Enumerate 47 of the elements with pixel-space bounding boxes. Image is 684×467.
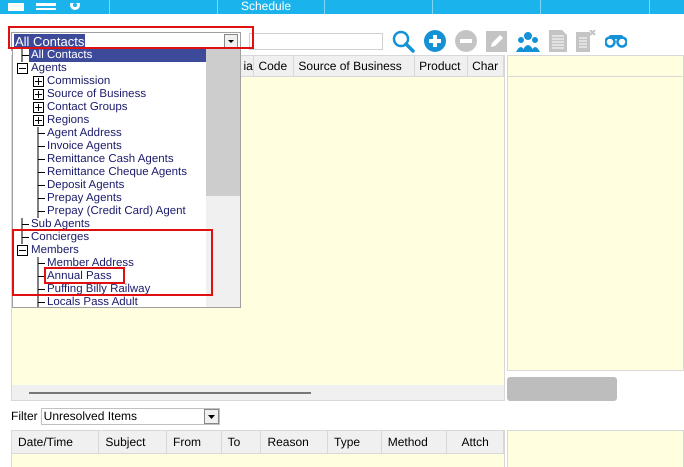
column-header[interactable]: Reason bbox=[261, 431, 328, 453]
expand-icon[interactable] bbox=[33, 102, 44, 113]
tree-item[interactable]: Puffing Billy Railway bbox=[45, 283, 152, 296]
column-header[interactable]: Method bbox=[382, 431, 448, 453]
filter-label: Filter bbox=[11, 408, 38, 425]
search-icon[interactable] bbox=[391, 29, 415, 53]
tree-item[interactable]: Invoice Agents bbox=[45, 140, 124, 153]
column-header[interactable]: Code bbox=[254, 56, 294, 76]
tree-item[interactable]: Contact Groups bbox=[45, 101, 130, 114]
tree-item[interactable]: Regions bbox=[45, 114, 92, 127]
column-header[interactable]: Date/Time bbox=[12, 431, 100, 453]
tree-item[interactable]: Source of Business bbox=[45, 88, 148, 101]
vertical-scrollbar[interactable] bbox=[206, 49, 240, 307]
tree-item[interactable]: Deposit Agents bbox=[45, 179, 126, 192]
filter-dropdown[interactable]: Unresolved Items bbox=[40, 408, 220, 424]
tree-item[interactable]: Agent Address bbox=[45, 127, 124, 140]
tree-item[interactable]: Locals Pass Adult bbox=[45, 296, 140, 307]
expand-icon[interactable] bbox=[33, 76, 44, 87]
tree-item[interactable]: All Contacts bbox=[29, 49, 206, 62]
expand-icon[interactable] bbox=[33, 89, 44, 100]
tree-item[interactable]: Commission bbox=[45, 75, 112, 88]
tree-item[interactable]: Prepay Agents bbox=[45, 192, 124, 205]
horizontal-scrollbar[interactable] bbox=[12, 385, 504, 400]
plus-icon[interactable] bbox=[424, 30, 446, 52]
tree-item[interactable]: Sub Agents bbox=[29, 218, 92, 231]
tree-item[interactable]: Agents bbox=[29, 62, 69, 75]
expand-icon[interactable] bbox=[33, 115, 44, 126]
column-header[interactable]: Product bbox=[415, 56, 468, 76]
column-header[interactable]: From bbox=[167, 431, 222, 453]
tree-item[interactable]: Member Address bbox=[45, 257, 136, 270]
people-icon[interactable] bbox=[516, 30, 540, 52]
tree-item[interactable]: Remittance Cheque Agents bbox=[45, 166, 190, 179]
column-header[interactable]: Char bbox=[468, 56, 504, 76]
tree-item[interactable]: Annual Pass bbox=[45, 270, 114, 283]
column-header[interactable]: Subject bbox=[99, 431, 167, 453]
tree-item[interactable]: Prepay (Credit Card) Agent bbox=[45, 205, 188, 218]
tree-item[interactable]: Remittance Cash Agents bbox=[45, 153, 176, 166]
collapse-icon[interactable] bbox=[17, 245, 28, 256]
search-field[interactable] bbox=[249, 32, 383, 50]
tree-item[interactable]: Members bbox=[29, 244, 81, 257]
column-header[interactable]: Type bbox=[328, 431, 382, 453]
column-header[interactable]: To bbox=[222, 431, 262, 453]
column-header[interactable]: Attch bbox=[447, 431, 504, 453]
tree-item[interactable]: Concierges bbox=[29, 231, 92, 244]
collapse-icon[interactable] bbox=[17, 63, 28, 74]
column-header[interactable]: Source of Business bbox=[294, 56, 416, 76]
binoculars-icon[interactable] bbox=[605, 34, 627, 48]
